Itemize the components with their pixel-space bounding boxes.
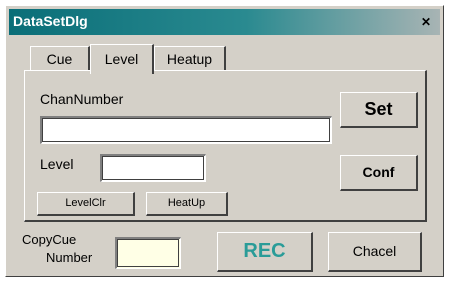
tab-cue[interactable]: Cue [30, 46, 90, 72]
tab-level-label: Level [104, 51, 139, 67]
copy-cue-label-line1: CopyCue [22, 232, 77, 247]
tab-cue-label: Cue [46, 51, 73, 67]
level-clear-button[interactable]: LevelClr [37, 192, 135, 216]
cancel-button[interactable]: Chacel [328, 232, 422, 272]
level-input[interactable] [100, 154, 206, 182]
copy-cue-number-input[interactable] [115, 237, 181, 269]
window-title: DataSetDlg [13, 13, 88, 29]
conf-button[interactable]: Conf [340, 155, 418, 191]
chan-number-input[interactable] [40, 116, 332, 144]
level-label: Level [40, 156, 74, 172]
set-button[interactable]: Set [340, 92, 418, 128]
title-bar[interactable]: DataSetDlg ✕ [9, 9, 440, 35]
rec-button[interactable]: REC [217, 232, 313, 272]
tab-heatup-label: Heatup [166, 51, 213, 67]
tab-heatup[interactable]: Heatup [154, 46, 226, 72]
copy-cue-label-line2: Number [46, 250, 93, 265]
close-icon[interactable]: ✕ [416, 13, 436, 31]
chan-number-label: ChanNumber [40, 91, 124, 107]
tab-level[interactable]: Level [90, 44, 154, 74]
heatup-button[interactable]: HeatUp [146, 192, 228, 216]
